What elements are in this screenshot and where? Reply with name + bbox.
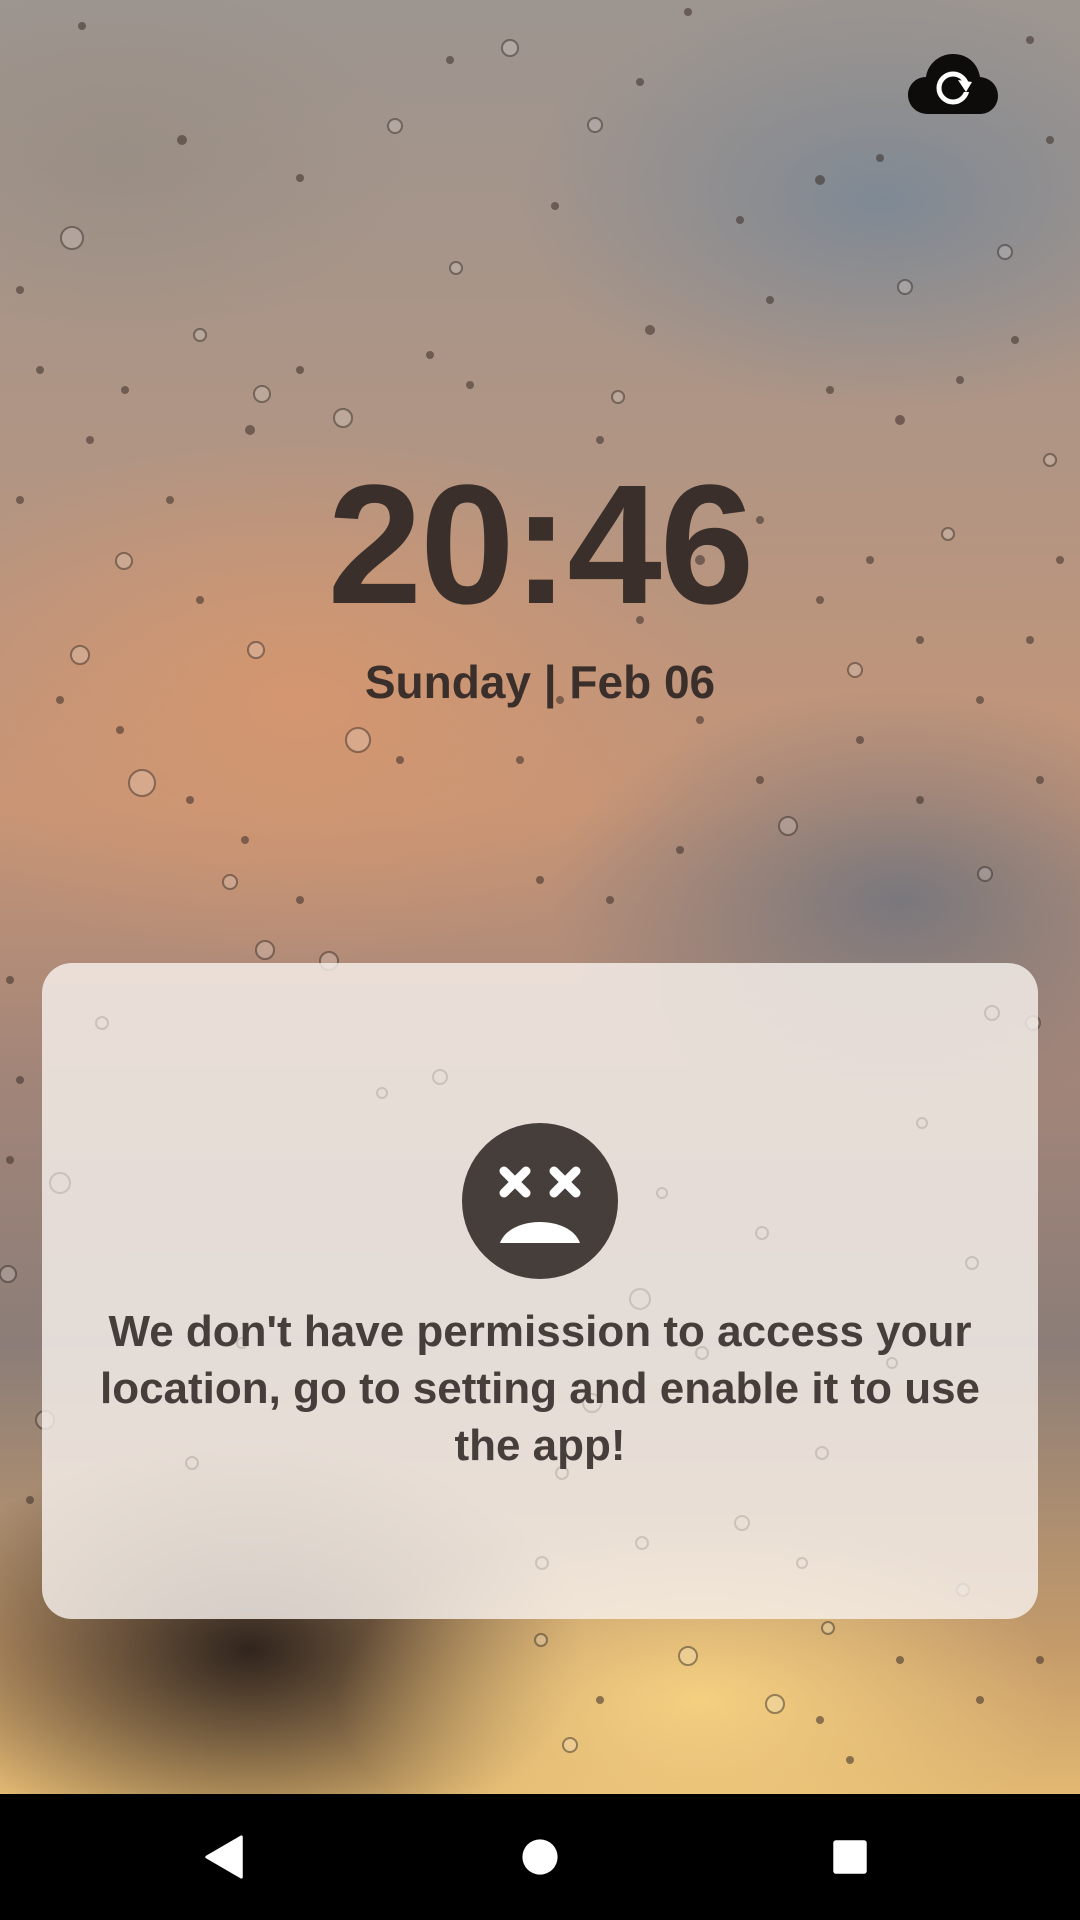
- system-navbar: [0, 1794, 1080, 1920]
- permission-error-card: We don't have permission to access your …: [42, 963, 1038, 1619]
- card-raindrops: [49, 1005, 1000, 1570]
- clock-date: Sunday | Feb 06: [364, 656, 716, 708]
- cloud-refresh-icon[interactable]: [908, 52, 998, 118]
- permission-error-message: We don't have permission to access your …: [99, 1307, 981, 1470]
- home-circle-icon[interactable]: [505, 1822, 575, 1892]
- back-triangle-icon[interactable]: [190, 1822, 260, 1892]
- recents-square-icon[interactable]: [815, 1822, 885, 1892]
- lockscreen: 20:46 Sunday | Feb 06 We don't have perm…: [0, 0, 1080, 1920]
- sad-face-icon: [462, 1123, 618, 1279]
- clock-time: 20:46: [327, 450, 755, 640]
